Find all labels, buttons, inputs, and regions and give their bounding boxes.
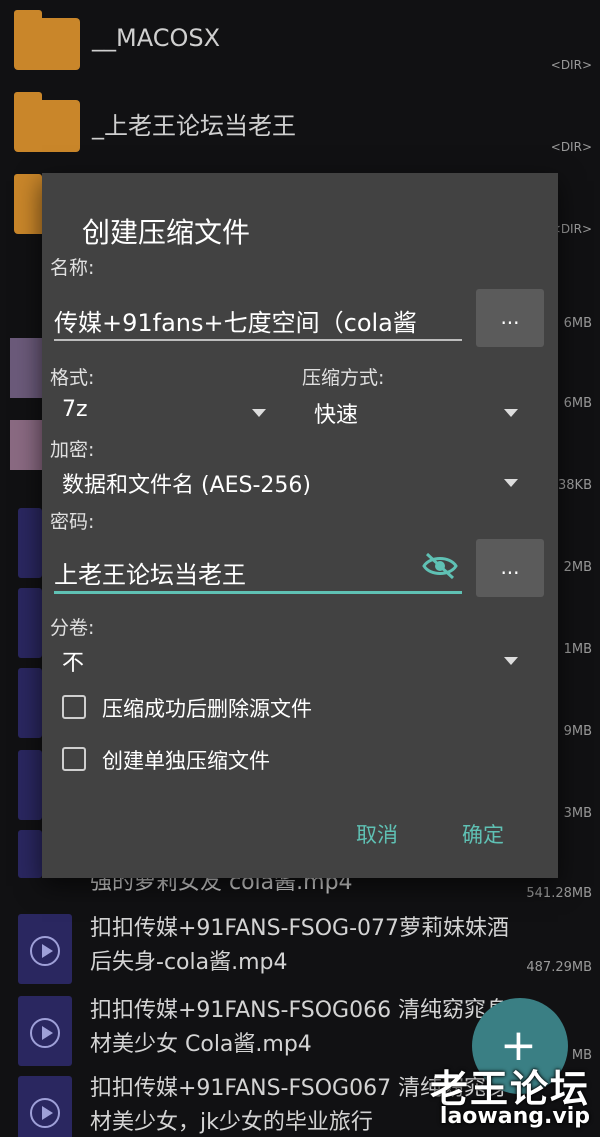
- format-label: 格式:: [50, 367, 95, 389]
- format-value: 7z: [62, 397, 88, 422]
- watermark-url: laowang.vip: [439, 1104, 590, 1129]
- play-icon: [30, 936, 60, 966]
- dropdown-arrow-icon: [252, 409, 266, 417]
- format-select[interactable]: 7z: [54, 393, 274, 433]
- video-file-icon: [18, 508, 42, 578]
- split-volume-label: 分卷:: [50, 617, 95, 639]
- separate-archive-checkbox[interactable]: [62, 747, 86, 771]
- image-thumbnail: [10, 338, 46, 398]
- video-title: 扣扣传媒+91FANS-FSOG066 清纯窈窕身材美少女 Cola酱.mp4: [90, 998, 509, 1057]
- delete-source-label: 压缩成功后删除源文件: [102, 697, 312, 721]
- file-size: 1MB: [563, 642, 592, 657]
- folder-icon: [14, 92, 80, 152]
- separate-archive-checkbox-row[interactable]: 创建单独压缩文件: [60, 743, 460, 775]
- split-volume-select[interactable]: 不: [54, 641, 526, 681]
- play-icon: [30, 1018, 60, 1048]
- video-file-icon: [18, 750, 42, 820]
- list-item[interactable]: 扣扣传媒+91FANS-FSOG-077萝莉妹妹酒后失身-cola酱.mp4 4…: [0, 910, 600, 990]
- dropdown-arrow-icon: [504, 657, 518, 665]
- password-options-button[interactable]: ...: [476, 539, 544, 597]
- video-file-icon: [18, 996, 72, 1066]
- video-title: 扣扣传媒+91FANS-FSOG-077萝莉妹妹酒后失身-cola酱.mp4: [90, 916, 509, 975]
- compression-method-value: 快速: [314, 403, 359, 428]
- name-underline: [54, 339, 462, 341]
- password-input[interactable]: 上老王论坛当老王: [54, 555, 414, 590]
- password-label: 密码:: [50, 511, 95, 533]
- ok-button[interactable]: 确定: [462, 819, 504, 849]
- video-file-icon: [18, 830, 42, 878]
- file-size: 3MB: [563, 806, 592, 821]
- cancel-button[interactable]: 取消: [356, 819, 398, 849]
- dir-tag: <DIR>: [550, 140, 592, 154]
- dropdown-arrow-icon: [504, 409, 518, 417]
- create-archive-dialog: 创建压缩文件 名称: 传媒+91fans+七度空间（cola酱 ... 格式: …: [42, 173, 558, 878]
- video-file-icon: [18, 588, 42, 658]
- file-size: 38KB: [558, 478, 592, 493]
- video-file-icon: [18, 1076, 72, 1137]
- folder-name: _上老王论坛当老王: [92, 112, 296, 140]
- compression-method-select[interactable]: 快速: [306, 393, 526, 433]
- password-underline: [54, 591, 462, 594]
- encryption-select[interactable]: 数据和文件名 (AES-256): [54, 463, 526, 503]
- encryption-label: 加密:: [50, 439, 95, 461]
- dropdown-arrow-icon: [504, 479, 518, 487]
- folder-icon: [14, 10, 80, 70]
- video-file-icon: [18, 668, 42, 738]
- compression-method-label: 压缩方式:: [302, 367, 385, 389]
- dialog-title: 创建压缩文件: [82, 216, 251, 249]
- delete-source-checkbox[interactable]: [62, 695, 86, 719]
- split-volume-value: 不: [62, 651, 85, 676]
- file-size: 487.29MB: [526, 960, 592, 975]
- browse-path-button[interactable]: ...: [476, 289, 544, 347]
- hide-password-icon[interactable]: [422, 551, 458, 581]
- encryption-value: 数据和文件名 (AES-256): [62, 473, 312, 498]
- file-size: 2MB: [563, 560, 592, 575]
- file-size: 9MB: [563, 724, 592, 739]
- list-item[interactable]: _上老王论坛当老王 <DIR>: [0, 82, 600, 164]
- separate-archive-label: 创建单独压缩文件: [102, 749, 270, 773]
- video-file-icon: [18, 914, 72, 984]
- folder-name: __MACOSX: [92, 24, 221, 52]
- list-item[interactable]: __MACOSX <DIR>: [0, 0, 600, 82]
- file-size: 541.28MB: [526, 886, 592, 901]
- dir-tag: <DIR>: [550, 58, 592, 72]
- play-icon: [30, 1098, 60, 1128]
- name-label: 名称:: [50, 257, 95, 279]
- file-size: 6MB: [563, 316, 592, 331]
- archive-name-input[interactable]: 传媒+91fans+七度空间（cola酱: [54, 303, 462, 338]
- delete-source-checkbox-row[interactable]: 压缩成功后删除源文件: [60, 691, 460, 723]
- file-size: 6MB: [563, 396, 592, 411]
- image-thumbnail: [10, 420, 46, 470]
